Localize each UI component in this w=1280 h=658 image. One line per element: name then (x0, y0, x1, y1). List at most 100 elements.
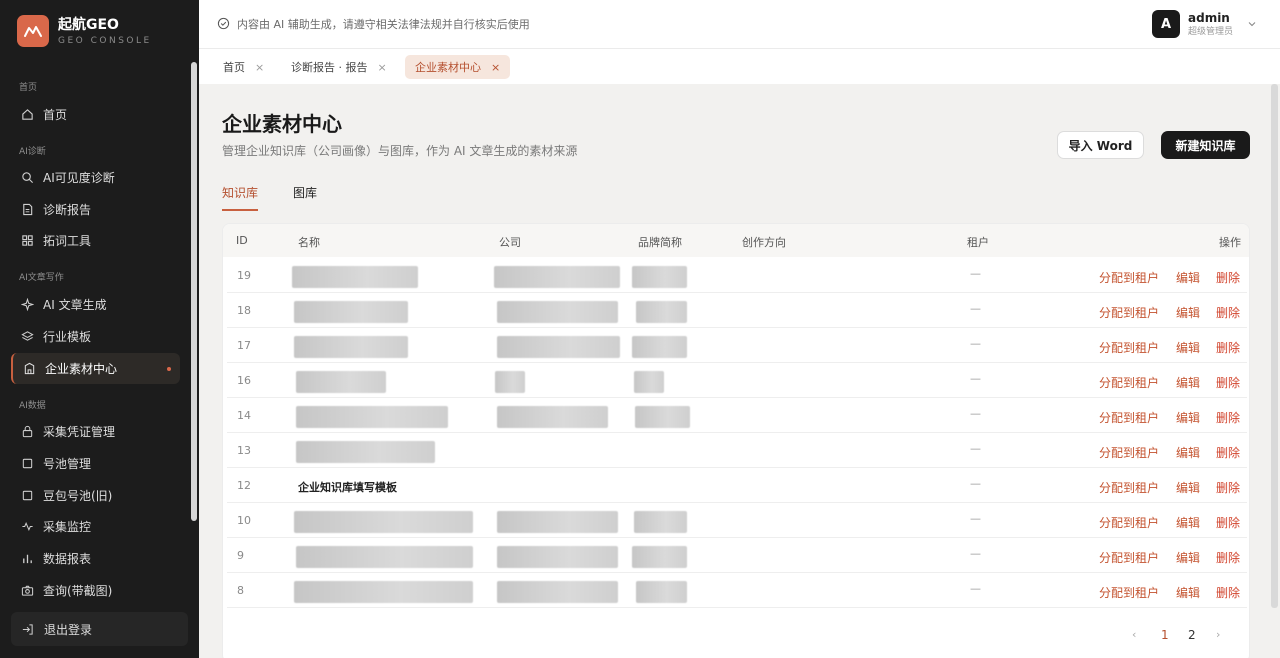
sidebar-scrollbar[interactable] (191, 62, 197, 521)
next-page-button[interactable]: › (1216, 628, 1220, 641)
table-row: 19 — 分配到租户 编辑 删除 (227, 258, 1247, 293)
close-icon[interactable]: × (378, 61, 387, 74)
sidebar-item-article-gen[interactable]: AI 文章生成 (11, 289, 180, 320)
prev-page-button[interactable]: ‹ (1132, 628, 1136, 641)
redacted-brand (636, 581, 687, 603)
topbar: 内容由 AI 辅助生成，请遵守相关法律法规并自行核实后使用 A admin 超级… (199, 0, 1280, 49)
brand-title: 起航GEO (58, 16, 119, 33)
delete-button[interactable]: 删除 (1216, 269, 1240, 286)
row-tenant: — (970, 267, 981, 280)
sidebar-item-label: 企业素材中心 (45, 362, 118, 376)
row-id: 10 (237, 514, 251, 527)
assign-tenant-button[interactable]: 分配到租户 (1099, 584, 1159, 601)
edit-button[interactable]: 编辑 (1176, 444, 1200, 461)
redacted-name (294, 581, 473, 603)
assign-tenant-button[interactable]: 分配到租户 (1099, 269, 1159, 286)
assign-tenant-button[interactable]: 分配到租户 (1099, 549, 1159, 566)
edit-button[interactable]: 编辑 (1176, 584, 1200, 601)
delete-button[interactable]: 删除 (1216, 514, 1240, 531)
assign-tenant-button[interactable]: 分配到租户 (1099, 479, 1159, 496)
sidebar-item-monitor[interactable]: 采集监控 (11, 511, 180, 542)
sidebar: 起航GEO GEO CONSOLE 首页 首页 AI诊断 AI可见度诊断 诊断报… (0, 0, 199, 658)
redacted-brand (632, 546, 687, 568)
edit-button[interactable]: 编辑 (1176, 339, 1200, 356)
avatar: A (1152, 10, 1180, 38)
tab-gallery[interactable]: 图库 (293, 184, 317, 209)
sidebar-item-query[interactable]: 查询(带截图) (11, 575, 180, 606)
shield-check-icon (217, 17, 231, 31)
delete-button[interactable]: 删除 (1216, 479, 1240, 496)
import-word-button[interactable]: 导入 Word (1057, 131, 1144, 159)
redacted-company (495, 371, 525, 393)
assign-tenant-button[interactable]: 分配到租户 (1099, 514, 1159, 531)
delete-button[interactable]: 删除 (1216, 339, 1240, 356)
tab-report[interactable]: 诊断报告 · 报告 × (281, 55, 397, 79)
sidebar-item-label: 数据报表 (43, 552, 92, 566)
edit-button[interactable]: 编辑 (1176, 409, 1200, 426)
monitor-icon (20, 520, 34, 534)
assign-tenant-button[interactable]: 分配到租户 (1099, 374, 1159, 391)
table-row: 14 — 分配到租户 编辑 删除 (227, 398, 1247, 433)
close-icon[interactable]: × (491, 61, 500, 74)
assign-tenant-button[interactable]: 分配到租户 (1099, 304, 1159, 321)
table-row: 12 企业知识库填写模板 — 分配到租户 编辑 删除 (227, 468, 1247, 503)
grid-icon (20, 234, 34, 248)
sidebar-item-pool[interactable]: 号池管理 (11, 448, 180, 479)
delete-button[interactable]: 删除 (1216, 584, 1240, 601)
sidebar-item-label: 豆包号池(旧) (43, 489, 113, 503)
edit-button[interactable]: 编辑 (1176, 374, 1200, 391)
redacted-brand (635, 406, 690, 428)
lock-icon (20, 425, 34, 439)
delete-button[interactable]: 删除 (1216, 374, 1240, 391)
brand: 起航GEO GEO CONSOLE (17, 15, 152, 47)
sidebar-item-home[interactable]: 首页 (11, 99, 180, 130)
page-1-button[interactable]: 1 (1161, 628, 1169, 642)
row-tenant: — (970, 302, 981, 315)
ai-notice: 内容由 AI 辅助生成，请遵守相关法律法规并自行核实后使用 (217, 16, 530, 32)
row-tenant: — (970, 477, 981, 490)
page-subtitle: 管理企业知识库（公司画像）与图库，作为 AI 文章生成的素材来源 (222, 144, 578, 158)
delete-button[interactable]: 删除 (1216, 304, 1240, 321)
section-label-writing: AI文章写作 (19, 273, 64, 283)
edit-button[interactable]: 编辑 (1176, 479, 1200, 496)
assign-tenant-button[interactable]: 分配到租户 (1099, 409, 1159, 426)
edit-button[interactable]: 编辑 (1176, 549, 1200, 566)
sidebar-item-doubao-pool[interactable]: 豆包号池(旧) (11, 480, 180, 511)
redacted-company (497, 336, 620, 358)
page-2-button[interactable]: 2 (1188, 628, 1196, 642)
sidebar-item-templates[interactable]: 行业模板 (11, 321, 180, 352)
sidebar-item-label: 首页 (43, 108, 68, 122)
col-actions: 操作 (1219, 236, 1241, 249)
close-icon[interactable]: × (255, 61, 264, 74)
brand-subtitle: GEO CONSOLE (58, 35, 152, 46)
delete-button[interactable]: 删除 (1216, 549, 1240, 566)
tab-home[interactable]: 首页 × (213, 55, 274, 79)
sidebar-item-label: 号池管理 (43, 457, 92, 471)
tab-knowledge-base[interactable]: 知识库 (222, 184, 259, 211)
row-id: 18 (237, 304, 251, 317)
user-menu[interactable]: A admin 超级管理员 (1152, 10, 1257, 38)
assign-tenant-button[interactable]: 分配到租户 (1099, 339, 1159, 356)
sidebar-item-reports-data[interactable]: 数据报表 (11, 543, 180, 574)
edit-button[interactable]: 编辑 (1176, 304, 1200, 321)
col-id: ID (236, 234, 248, 247)
square-icon (20, 489, 34, 503)
table-row: 16 — 分配到租户 编辑 删除 (227, 363, 1247, 398)
sidebar-item-keywords[interactable]: 拓词工具 (11, 225, 180, 256)
logout-button[interactable]: 退出登录 (11, 612, 188, 646)
col-direction: 创作方向 (742, 236, 786, 249)
delete-button[interactable]: 删除 (1216, 409, 1240, 426)
main-scrollbar[interactable] (1271, 84, 1278, 608)
sidebar-item-visibility[interactable]: AI可见度诊断 (11, 162, 180, 193)
delete-button[interactable]: 删除 (1216, 444, 1240, 461)
tab-materials[interactable]: 企业素材中心 × (405, 55, 511, 79)
edit-button[interactable]: 编辑 (1176, 269, 1200, 286)
sidebar-item-credentials[interactable]: 采集凭证管理 (11, 416, 180, 447)
sidebar-item-reports[interactable]: 诊断报告 (11, 194, 180, 225)
edit-button[interactable]: 编辑 (1176, 514, 1200, 531)
active-dot (167, 367, 171, 371)
assign-tenant-button[interactable]: 分配到租户 (1099, 444, 1159, 461)
sidebar-item-materials[interactable]: 企业素材中心 (11, 353, 180, 384)
new-knowledge-base-button[interactable]: 新建知识库 (1161, 131, 1250, 159)
redacted-brand (634, 511, 687, 533)
